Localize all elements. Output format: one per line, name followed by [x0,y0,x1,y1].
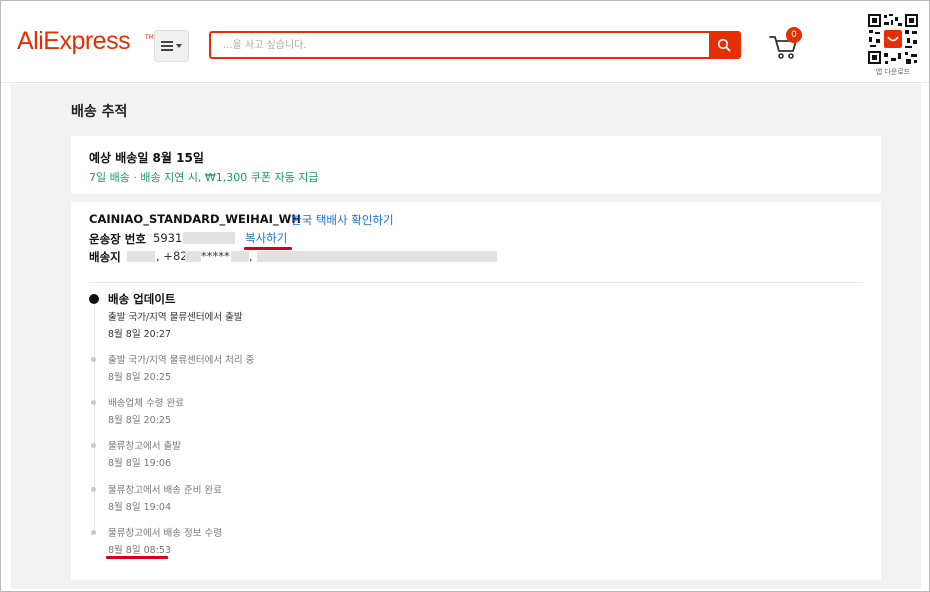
timeline-event-desc: 출발 국가/지역 물류센터에서 처리 중 [108,355,255,366]
redacted-phone-part [185,251,201,262]
redacted-tracking-number [183,232,235,244]
estimated-delivery-date: 예상 배송일 8월 15일 [89,151,204,165]
search-icon [717,38,731,52]
search-button[interactable] [709,33,739,57]
timeline-event-time: 8월 8일 20:27 [108,329,171,340]
timeline-event-desc: 물류창고에서 출발 [108,441,181,452]
recipient-phone-mask: ***** [201,249,230,263]
chevron-down-icon [176,44,182,48]
page-title: 배송 추적 [71,104,128,120]
timeline-dot [91,487,96,492]
site-header: AliExpress TM 0 [1,1,929,83]
carrier-name: CAINIAO_STANDARD_WEIHAI_WH [89,212,301,226]
search-bar [209,31,741,59]
cart-count-badge: 0 [786,27,802,43]
timeline-dot [91,443,96,448]
timeline-event-desc: 출발 국가/지역 물류센터에서 출발 [108,312,243,323]
timeline-event-time: 8월 8일 20:25 [108,415,171,426]
category-menu-button[interactable] [154,30,189,62]
tracking-card: CAINIAO_STANDARD_WEIHAI_WH 한국 택배사 확인하기 운… [71,202,881,580]
tracking-number-value: 5931 [153,231,183,245]
address-label: 배송지 [89,250,121,264]
qr-caption: 앱 다운로드 [875,68,911,76]
section-divider [89,282,863,283]
timeline-event-time: 8월 8일 20:25 [108,372,171,383]
check-korean-carrier-link[interactable]: 한국 택배사 확인하기 [291,212,394,228]
timeline-dot [91,357,96,362]
search-input[interactable] [211,33,711,57]
copy-tracking-number-link[interactable]: 복사하기 [245,230,287,246]
timeline-event-desc: 물류창고에서 배송 정보 수령 [108,528,222,539]
timeline-event-time: 8월 8일 19:06 [108,458,171,469]
redacted-recipient-name [127,251,155,262]
redacted-phone-suffix [231,251,249,262]
timeline-heading: 배송 업데이트 [108,292,176,306]
browser-frame: AliExpress TM 0 [0,0,930,592]
timeline-current-dot [89,294,99,304]
tracking-page: 배송 추적 예상 배송일 8월 15일 7일 배송 · 배송 지연 시, ₩1,… [11,84,921,589]
timeline-dot [91,530,96,535]
tracking-number-label: 운송장 번호 [89,232,146,246]
timeline-event-time: 8월 8일 08:53 [108,545,171,556]
timeline-event-time: 8월 8일 19:04 [108,502,171,513]
app-qr-code [867,13,919,65]
timeline-track [94,299,95,534]
timeline-event-desc: 물류창고에서 배송 준비 완료 [108,485,222,496]
logo-trademark: TM [145,34,154,41]
estimated-delivery-card: 예상 배송일 8월 15일 7일 배송 · 배송 지연 시, ₩1,300 쿠폰… [71,136,881,194]
aliexpress-logo[interactable]: AliExpress [17,27,131,56]
delivery-guarantee-note: 7일 배송 · 배송 지연 시, ₩1,300 쿠폰 자동 지급 [89,171,319,184]
menu-icon [161,41,173,51]
timeline-event-desc: 배송업체 수령 완료 [108,398,184,409]
address-separator: , [249,249,253,263]
recipient-phone-prefix: , +82 [156,249,188,263]
last-event-time-underline-annotation [106,556,168,559]
timeline-dot [91,400,96,405]
redacted-address [257,251,497,262]
